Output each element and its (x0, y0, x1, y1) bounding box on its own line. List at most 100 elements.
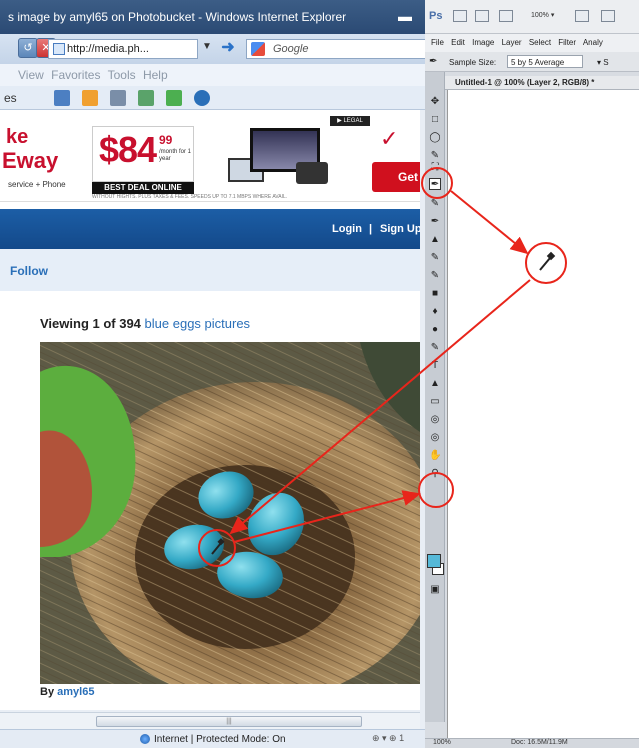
ps-menu-bar[interactable]: File Edit Image Layer Select Filter Anal… (425, 34, 639, 52)
login-link[interactable]: Login (332, 223, 362, 235)
quick-select-tool-icon[interactable]: ✎ (429, 150, 441, 162)
address-dropdown-icon[interactable]: ▼ (202, 41, 212, 52)
banner-headline: ke (6, 126, 29, 148)
page-icon[interactable] (138, 90, 154, 106)
banner-service: service + Phone (8, 180, 66, 189)
site-nav: Login | Sign Up (0, 209, 420, 249)
gradient-tool-icon[interactable]: ■ (429, 288, 441, 300)
screen-mode-icon[interactable] (601, 10, 615, 22)
follow-bar: Follow (0, 249, 420, 291)
ie-title-bar: s image by amyl65 on Photobucket - Windo… (0, 0, 425, 34)
view-extras-icon[interactable] (499, 10, 513, 22)
ie-command-bar: es (0, 86, 425, 110)
help-icon[interactable] (194, 90, 210, 106)
print-icon[interactable] (110, 90, 126, 106)
3d-rotate-icon[interactable]: ◎ (429, 414, 441, 426)
nav-separator: | (369, 223, 373, 235)
shape-tool-icon[interactable]: ▭ (429, 396, 441, 408)
photo-credit: By amyl65 (40, 686, 94, 698)
get-button[interactable]: Get (372, 162, 420, 192)
address-input[interactable]: http://media.ph... (48, 39, 198, 59)
ps-canvas[interactable] (447, 90, 639, 740)
web-page: ke Eway service + Phone $84 99 /month fo… (0, 110, 420, 710)
eyedropper-tool-icon[interactable]: ✒ (429, 178, 441, 190)
album-link[interactable]: blue eggs pictures (145, 316, 251, 331)
type-tool-icon[interactable]: T (429, 360, 441, 372)
pen-tool-icon[interactable]: ✎ (429, 342, 441, 354)
ps-logo: Ps (429, 10, 443, 22)
home-icon[interactable] (54, 90, 70, 106)
back-button[interactable]: ↺ (18, 38, 38, 58)
arrange-icon[interactable] (575, 10, 589, 22)
sample-options[interactable]: ▾ S (597, 58, 609, 67)
ie-menu-bar[interactable]: View Favorites Tools Help (0, 64, 425, 86)
ps-app-bar: Ps 100% ▾ (425, 0, 639, 34)
sample-size-select[interactable]: 5 by 5 Average (507, 55, 583, 68)
legal-link[interactable]: ▶ LEGAL (330, 116, 370, 126)
blur-tool-icon[interactable]: ♦ (429, 306, 441, 318)
lasso-tool-icon[interactable]: ◯ (429, 132, 441, 144)
dodge-tool-icon[interactable]: ● (429, 324, 441, 336)
zone-status: Internet | Protected Mode: On (154, 734, 286, 745)
address-text: http://media.ph... (67, 43, 149, 55)
banner-fine-print: WITHOUT HIGHTS. PLUS TAXES & FEES. SPEED… (92, 194, 288, 200)
ps-status-bar: 100% Doc: 16.5M/11.9M (425, 738, 639, 748)
user-link[interactable]: amyl65 (57, 686, 94, 698)
nest-photo[interactable] (40, 342, 420, 684)
foreground-color-swatch[interactable] (427, 554, 441, 568)
ps-status-zoom[interactable]: 100% (433, 739, 451, 746)
viewing-heading: Viewing 1 of 394 blue eggs pictures (40, 316, 250, 331)
zoom-tool-icon[interactable]: ⚲ (429, 468, 441, 480)
page-icon (53, 43, 65, 55)
brush-tool-icon[interactable]: ✒ (429, 216, 441, 228)
globe-icon (140, 734, 150, 744)
banner-cents: 99 (159, 133, 173, 147)
zoom-control[interactable]: ⊕ ▾ ⊕ 1 (372, 733, 404, 744)
eraser-tool-icon[interactable]: ✎ (429, 270, 441, 282)
banner-price-box: $84 99 /month for 1 year (92, 126, 194, 182)
crop-tool-icon[interactable]: ⛶ (429, 162, 441, 174)
phone-image (296, 162, 328, 184)
check-icon: ✓ (380, 126, 399, 151)
marquee-tool-icon[interactable]: □ (429, 114, 441, 126)
signup-link[interactable]: Sign Up (380, 223, 420, 235)
banner-headline-2: Eway (2, 148, 59, 173)
scroll-thumb[interactable]: ||| (96, 716, 362, 727)
eyedropper-option-icon[interactable]: ✒ (429, 56, 437, 67)
stamp-tool-icon[interactable]: ▲ (429, 234, 441, 246)
by-label: By (40, 686, 55, 698)
feeds-icon[interactable] (82, 90, 98, 106)
ps-options-bar: ✒ Sample Size: 5 by 5 Average ▾ S (425, 52, 639, 72)
sample-size-label: Sample Size: (449, 58, 497, 67)
horizontal-scrollbar[interactable]: ||| (0, 712, 420, 729)
go-arrow-icon[interactable]: ➜ (218, 39, 238, 59)
ps-tools-panel: ✥ □ ◯ ✎ ⛶ ✒ ✎ ✒ ▲ ✎ ✎ ■ ♦ ● ✎ T ▲ ▭ ◎ ◎ … (425, 72, 445, 722)
command-bar-label: es (4, 91, 17, 105)
viewing-count: Viewing 1 of 394 (40, 316, 141, 331)
mini-bridge-icon[interactable] (475, 10, 489, 22)
banner-per-month: /month for 1 year (159, 149, 192, 162)
3d-orbit-icon[interactable]: ◎ (429, 432, 441, 444)
minimize-button[interactable]: ▬ (398, 8, 418, 26)
ps-zoom-level[interactable]: 100% ▾ (531, 11, 554, 19)
search-placeholder: Google (273, 43, 309, 55)
path-select-icon[interactable]: ▲ (429, 378, 441, 390)
bridge-icon[interactable] (453, 10, 467, 22)
ie-window-title: s image by amyl65 on Photobucket - Windo… (8, 10, 347, 24)
hand-tool-icon[interactable]: ✋ (429, 450, 441, 462)
banner-price: $84 (99, 129, 157, 170)
google-icon (251, 42, 265, 56)
history-brush-icon[interactable]: ✎ (429, 252, 441, 264)
ps-doc-size: Doc: 16.5M/11.9M (511, 739, 568, 746)
address-bar-row: ↺ ✕ http://media.ph... ▼ ➜ Google (0, 34, 426, 64)
quick-mask-icon[interactable]: ▣ (429, 584, 441, 596)
photoshop-window: Ps 100% ▾ File Edit Image Layer Select F… (425, 0, 639, 748)
ad-banner[interactable]: ke Eway service + Phone $84 99 /month fo… (0, 110, 420, 202)
safety-icon[interactable] (166, 90, 182, 106)
move-tool-icon[interactable]: ✥ (429, 96, 441, 108)
follow-link[interactable]: Follow (10, 264, 48, 278)
search-input[interactable]: Google (246, 39, 426, 59)
ie-status-bar: Internet | Protected Mode: On ⊕ ▾ ⊕ 1 (0, 729, 425, 748)
document-tab[interactable]: Untitled-1 @ 100% (Layer 2, RGB/8) * (445, 76, 639, 90)
healing-tool-icon[interactable]: ✎ (429, 198, 441, 210)
